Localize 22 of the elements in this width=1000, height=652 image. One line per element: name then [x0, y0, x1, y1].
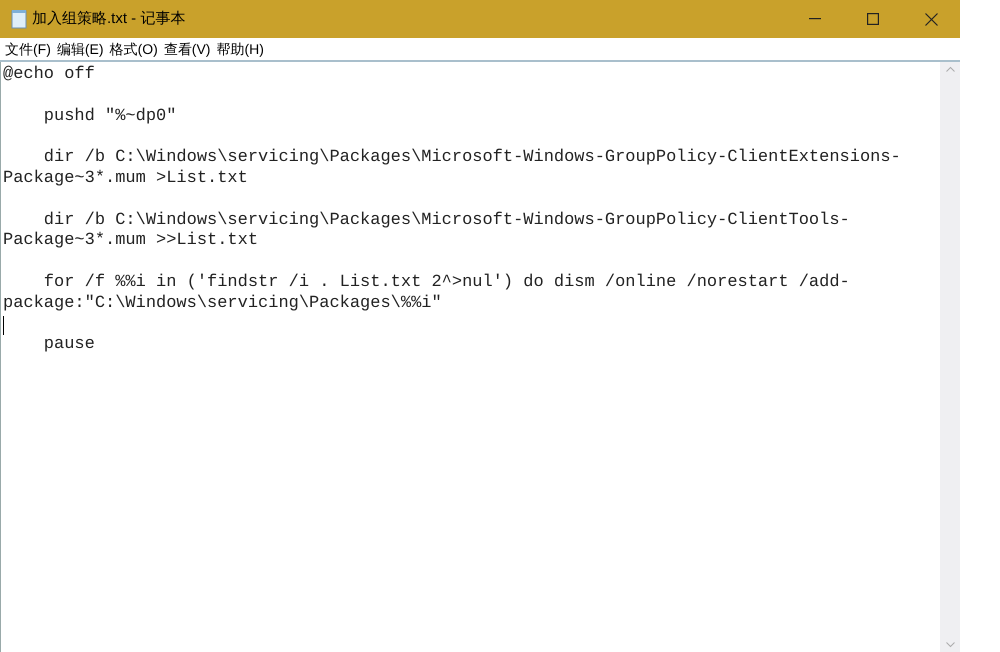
notepad-icon	[10, 9, 28, 29]
menu-item[interactable]: 格式(O)	[106, 38, 161, 60]
code-line: @echo off	[3, 65, 95, 86]
close-icon	[924, 12, 938, 26]
code-line: dir /b C:\Windows\servicing\Packages\Microsoft-Windows-GroupPolicy-ClientExtensions-	[42, 148, 901, 169]
code-line: pushd "%~dp0"	[42, 106, 176, 128]
code-line: Package~3*.mum >List.txt	[3, 168, 248, 190]
vertical-scrollbar[interactable]	[940, 62, 960, 652]
menu-item[interactable]: 编辑(E)	[54, 38, 107, 60]
menu-item[interactable]: 查看(V)	[160, 38, 214, 60]
code-line: dir /b C:\Windows\servicing\Packages\Microsoft-Windows-GroupPolicy-ClientTools-	[42, 210, 850, 232]
code-line: package:"C:\Windows\servicing\Packages\%%i"	[3, 294, 442, 315]
menu-item[interactable]: 文件(F)	[2, 38, 54, 60]
scroll-down-icon[interactable]	[946, 642, 954, 648]
scroll-up-icon[interactable]	[946, 66, 954, 72]
code-line: pause	[42, 335, 95, 356]
minimize-icon	[809, 18, 821, 20]
menu-item[interactable]: 帮助(H)	[213, 38, 267, 60]
window-title: 加入组策略.txt - 记事本	[32, 8, 186, 29]
code-line: for /f %%i in ('findstr /i . List.txt 2^>nul') do dism /online /norestart /add-	[42, 272, 850, 294]
maximize-icon	[867, 13, 879, 25]
code-line: Package~3*.mum >>List.txt	[3, 231, 258, 252]
